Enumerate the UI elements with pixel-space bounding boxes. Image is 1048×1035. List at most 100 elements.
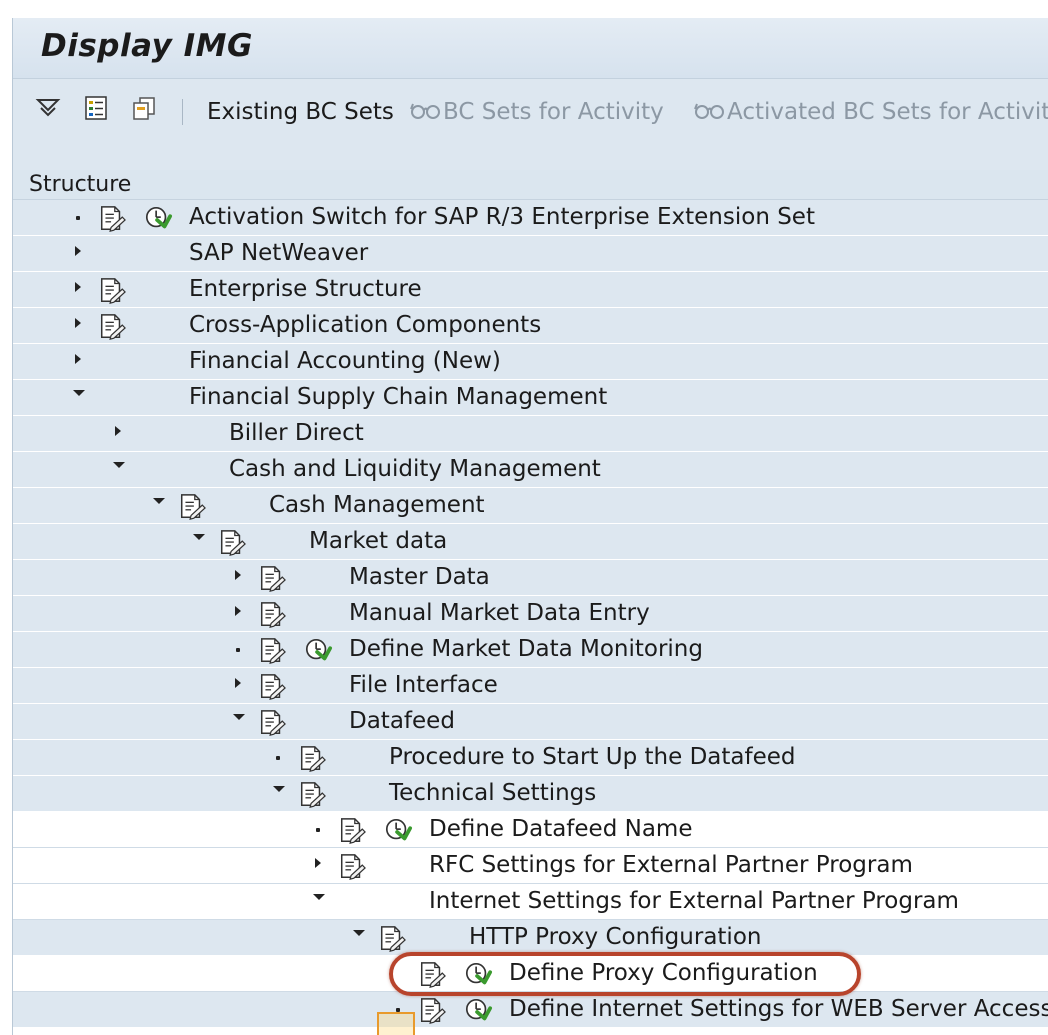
collapse-node-icon[interactable] bbox=[113, 452, 129, 488]
tree-node[interactable]: Cash and Liquidity Management bbox=[13, 452, 1048, 488]
glasses-icon bbox=[410, 103, 440, 119]
collapse-node-icon[interactable] bbox=[313, 884, 329, 920]
documentation-icon[interactable] bbox=[337, 817, 367, 845]
tree-node[interactable]: Enterprise Structure bbox=[13, 272, 1048, 308]
expand-node-icon[interactable] bbox=[233, 668, 249, 704]
tree-node[interactable]: Internet Settings for External Partner P… bbox=[13, 884, 1048, 920]
collapse-node-icon[interactable] bbox=[273, 776, 289, 812]
documentation-icon[interactable] bbox=[377, 925, 407, 953]
checklist-icon[interactable] bbox=[83, 95, 109, 121]
expand-node-icon[interactable] bbox=[233, 596, 249, 632]
tree-node-label[interactable]: Datafeed bbox=[349, 708, 455, 734]
tree-node-label[interactable]: Manual Market Data Entry bbox=[349, 600, 650, 626]
tree-node[interactable]: Define Datafeed Name bbox=[13, 812, 1048, 848]
activated-bc-sets-label: Activated BC Sets for Activity bbox=[727, 99, 1048, 125]
documentation-icon[interactable] bbox=[257, 601, 287, 629]
documentation-icon[interactable] bbox=[257, 709, 287, 737]
tree-node[interactable]: SAP NetWeaver bbox=[13, 236, 1048, 272]
tree-node-label[interactable]: Financial Accounting (New) bbox=[189, 348, 501, 374]
tree-node-label[interactable]: Define Proxy Configuration bbox=[509, 960, 818, 986]
tree-node[interactable]: Cash Management bbox=[13, 488, 1048, 524]
tree-node[interactable]: Financial Accounting (New) bbox=[13, 344, 1048, 380]
tree-node-label[interactable]: File Interface bbox=[349, 672, 498, 698]
expand-node-icon[interactable] bbox=[73, 236, 89, 272]
tree-node[interactable]: Datafeed bbox=[13, 704, 1048, 740]
documentation-icon[interactable] bbox=[177, 493, 207, 521]
documentation-icon[interactable] bbox=[97, 277, 127, 305]
tree-node[interactable]: Define Market Data Monitoring bbox=[13, 632, 1048, 668]
tree-node-label[interactable]: Market data bbox=[309, 528, 447, 554]
documentation-icon[interactable] bbox=[97, 205, 127, 233]
tree-node-label[interactable]: HTTP Proxy Configuration bbox=[469, 924, 761, 950]
glasses-icon bbox=[694, 103, 724, 119]
tree-node[interactable]: Cross-Application Components bbox=[13, 308, 1048, 344]
activated-bc-sets-button[interactable]: Activated BC Sets for Activity bbox=[693, 99, 1048, 125]
tree-node-label[interactable]: Financial Supply Chain Management bbox=[189, 384, 607, 410]
tree-node[interactable]: Market data bbox=[13, 524, 1048, 560]
tree-node-label[interactable]: Master Data bbox=[349, 564, 490, 590]
expand-node-icon[interactable] bbox=[73, 344, 89, 380]
copy-doc-icon[interactable] bbox=[131, 95, 157, 121]
funnel-down-icon[interactable] bbox=[35, 95, 61, 121]
tree-node-label[interactable]: Technical Settings bbox=[389, 780, 596, 806]
documentation-icon[interactable] bbox=[417, 961, 447, 989]
tree-node[interactable]: HTTP Proxy Configuration bbox=[13, 920, 1048, 956]
tree-node-label[interactable]: Procedure to Start Up the Datafeed bbox=[389, 744, 796, 770]
tree-node[interactable]: Define Proxy Configuration bbox=[13, 956, 1048, 992]
execute-activity-icon[interactable] bbox=[303, 637, 333, 665]
tree-node-label[interactable]: Activation Switch for SAP R/3 Enterprise… bbox=[189, 204, 815, 230]
tree-node[interactable]: Manual Market Data Entry bbox=[13, 596, 1048, 632]
window-title: Display IMG bbox=[41, 28, 253, 64]
documentation-icon[interactable] bbox=[337, 853, 367, 881]
collapse-node-icon[interactable] bbox=[233, 704, 249, 740]
documentation-icon[interactable] bbox=[297, 781, 327, 809]
documentation-icon[interactable] bbox=[217, 529, 247, 557]
execute-activity-icon[interactable] bbox=[463, 997, 493, 1025]
documentation-icon[interactable] bbox=[97, 313, 127, 341]
tree-node-label[interactable]: Enterprise Structure bbox=[189, 276, 422, 302]
execute-activity-icon[interactable] bbox=[383, 817, 413, 845]
existing-bc-sets-button[interactable]: Existing BC Sets bbox=[207, 99, 394, 125]
documentation-icon[interactable] bbox=[257, 637, 287, 665]
tree-node[interactable]: Technical Settings bbox=[13, 776, 1048, 812]
expand-node-icon[interactable] bbox=[113, 416, 129, 452]
tree-node[interactable]: Financial Supply Chain Management bbox=[13, 380, 1048, 416]
documentation-icon[interactable] bbox=[257, 565, 287, 593]
structure-column-header: Structure bbox=[13, 170, 1048, 200]
tree-node-label[interactable]: Biller Direct bbox=[229, 420, 364, 446]
tree-node-label[interactable]: RFC Settings for External Partner Progra… bbox=[429, 852, 913, 878]
title-bar: Display IMG bbox=[13, 18, 1048, 79]
documentation-icon[interactable] bbox=[297, 745, 327, 773]
documentation-icon[interactable] bbox=[417, 997, 447, 1025]
collapse-node-icon[interactable] bbox=[73, 380, 89, 416]
documentation-icon[interactable] bbox=[257, 673, 287, 701]
tree-node[interactable]: Define Internet Settings for WEB Server … bbox=[13, 992, 1048, 1028]
tree-node[interactable]: File Interface bbox=[13, 668, 1048, 704]
tree-node-label[interactable]: Internet Settings for External Partner P… bbox=[429, 888, 959, 914]
existing-bc-sets-label: Existing BC Sets bbox=[207, 99, 394, 125]
expand-node-icon[interactable] bbox=[73, 272, 89, 308]
tree-node-label[interactable]: Define Market Data Monitoring bbox=[349, 636, 703, 662]
tree-node-label[interactable]: Cross-Application Components bbox=[189, 312, 541, 338]
expand-node-icon[interactable] bbox=[73, 308, 89, 344]
tree-node[interactable]: Master Data bbox=[13, 560, 1048, 596]
tree-node[interactable]: Activation Switch for SAP R/3 Enterprise… bbox=[13, 200, 1048, 236]
tree-node-label[interactable]: Cash and Liquidity Management bbox=[229, 456, 601, 482]
collapse-node-icon[interactable] bbox=[353, 920, 369, 956]
expand-node-icon[interactable] bbox=[233, 560, 249, 596]
tree-node[interactable]: Biller Direct bbox=[13, 416, 1048, 452]
tree-node-label[interactable]: SAP NetWeaver bbox=[189, 240, 368, 266]
tree-node-label[interactable]: Define Internet Settings for WEB Server … bbox=[509, 996, 1048, 1022]
tree-node[interactable]: RFC Settings for External Partner Progra… bbox=[13, 848, 1048, 884]
execute-activity-icon[interactable] bbox=[463, 961, 493, 989]
tree-node[interactable]: Procedure to Start Up the Datafeed bbox=[13, 740, 1048, 776]
collapse-node-icon[interactable] bbox=[153, 488, 169, 524]
execute-activity-icon[interactable] bbox=[143, 205, 173, 233]
application-toolbar: Existing BC Sets BC Sets for Activity Ac… bbox=[13, 79, 1048, 145]
tree-node-label[interactable]: Define Datafeed Name bbox=[429, 816, 692, 842]
bc-sets-for-activity-button[interactable]: BC Sets for Activity bbox=[409, 99, 664, 125]
collapse-node-icon[interactable] bbox=[193, 524, 209, 560]
tree-node-label[interactable]: Cash Management bbox=[269, 492, 485, 518]
expand-node-icon[interactable] bbox=[313, 848, 329, 884]
leaf-bullet-icon bbox=[233, 632, 249, 668]
